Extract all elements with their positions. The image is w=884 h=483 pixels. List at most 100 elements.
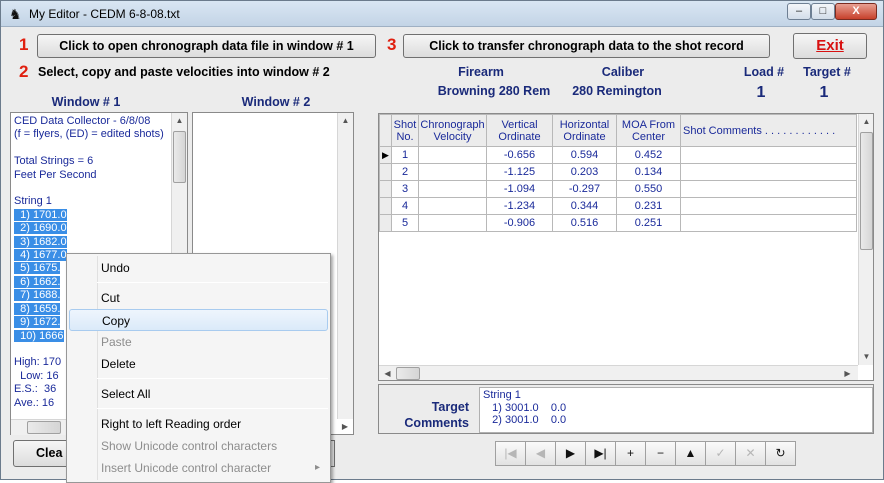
table-cell[interactable]: [418, 214, 487, 232]
selected-velocity-line: 1) 1701.0: [14, 208, 67, 221]
table-row[interactable]: ▶ 1 -0.656 0.594 0.452: [379, 146, 857, 164]
target-comments-panel: Target Comments String 1 1) 3001.0 0.0 2…: [378, 384, 874, 434]
refresh-icon[interactable]: ↻: [765, 441, 796, 466]
menu-item-select-all[interactable]: Select All: [69, 383, 328, 405]
shot-record-grid[interactable]: Shot No. Chronograph Velocity Vertical Ord…: [378, 113, 874, 381]
row-indicator[interactable]: [379, 214, 392, 232]
menu-item-copy[interactable]: Copy: [69, 309, 328, 331]
window-title: My Editor - CEDM 6-8-08.txt: [29, 7, 180, 21]
table-row[interactable]: 5 -0.906 0.516 0.251: [379, 214, 857, 232]
menu-item-show-unicode-control-characters[interactable]: Show Unicode control characters: [69, 435, 328, 457]
window-2-vscroll[interactable]: ▲: [337, 113, 353, 419]
step-1-number: 1: [19, 35, 29, 54]
scroll-thumb[interactable]: [173, 131, 186, 183]
table-cell[interactable]: [418, 180, 487, 198]
table-cell[interactable]: [680, 180, 857, 198]
column-header[interactable]: Vertical Ordinate: [486, 114, 553, 147]
delete-record-icon[interactable]: −: [645, 441, 676, 466]
scroll-right-icon[interactable]: ▶: [337, 419, 353, 434]
row-indicator[interactable]: [379, 180, 392, 198]
table-cell[interactable]: 4: [391, 197, 419, 215]
scroll-left-icon[interactable]: ◀: [380, 366, 395, 380]
table-cell[interactable]: -1.094: [486, 180, 553, 198]
grid-hscroll[interactable]: ◀ ▶: [379, 365, 858, 380]
load-label: Load #: [743, 65, 785, 79]
exit-button[interactable]: Exit: [793, 33, 867, 59]
target-comments-box[interactable]: String 1 1) 3001.0 0.0 2) 3001.0 0.0: [479, 387, 873, 433]
target-value: 1: [819, 84, 829, 101]
table-cell[interactable]: [680, 214, 857, 232]
table-cell[interactable]: 0.452: [616, 146, 681, 164]
post-edit-icon[interactable]: ✓: [705, 441, 736, 466]
table-cell[interactable]: -1.125: [486, 163, 553, 181]
menu-item-delete[interactable]: Delete: [69, 353, 328, 375]
menu-item-cut[interactable]: Cut: [69, 287, 328, 309]
hscroll-thumb[interactable]: [27, 421, 61, 434]
menu-item-insert-unicode-control-character[interactable]: Insert Unicode control character ▸: [69, 457, 328, 479]
title-bar[interactable]: ♞ My Editor - CEDM 6-8-08.txt – □ X: [1, 1, 883, 27]
table-cell[interactable]: 0.231: [616, 197, 681, 215]
edit-record-icon[interactable]: ▲: [675, 441, 706, 466]
scroll-down-icon[interactable]: ▼: [859, 349, 873, 364]
table-cell[interactable]: [418, 197, 487, 215]
window-1-line: CED Data Collector - 6/8/08: [14, 115, 151, 127]
table-cell[interactable]: 2: [391, 163, 419, 181]
first-record-icon[interactable]: |◀: [495, 441, 526, 466]
menu-item-undo[interactable]: Undo: [69, 257, 328, 279]
menu-item-paste[interactable]: Paste: [69, 331, 328, 353]
column-header[interactable]: Chronograph Velocity: [418, 114, 487, 147]
table-cell[interactable]: [680, 146, 857, 164]
table-cell[interactable]: 3: [391, 180, 419, 198]
table-row[interactable]: 3 -1.094 -0.297 0.550: [379, 180, 857, 198]
hscroll-thumb[interactable]: [396, 367, 420, 380]
table-cell[interactable]: -1.234: [486, 197, 553, 215]
scroll-up-icon[interactable]: ▲: [172, 113, 187, 128]
close-button[interactable]: X: [835, 3, 877, 20]
table-cell[interactable]: 0.134: [616, 163, 681, 181]
menu-item-right-to-left-reading-order[interactable]: Right to left Reading order: [69, 413, 328, 435]
open-file-button[interactable]: Click to open chronograph data file in w…: [37, 34, 376, 58]
table-row[interactable]: 4 -1.234 0.344 0.231: [379, 197, 857, 215]
column-header[interactable]: Horizontal Ordinate: [552, 114, 617, 147]
table-cell[interactable]: -0.656: [486, 146, 553, 164]
table-cell[interactable]: 0.594: [552, 146, 617, 164]
table-cell[interactable]: [680, 163, 857, 181]
clear-button[interactable]: Clea: [13, 440, 69, 467]
prior-record-icon[interactable]: ◀: [525, 441, 556, 466]
add-record-icon[interactable]: +: [615, 441, 646, 466]
column-header[interactable]: Shot Comments . . . . . . . . . . . .: [680, 114, 857, 147]
row-indicator[interactable]: ▶: [379, 146, 392, 164]
row-indicator[interactable]: [379, 197, 392, 215]
maximize-button[interactable]: □: [811, 3, 835, 20]
table-cell[interactable]: [680, 197, 857, 215]
table-cell[interactable]: 0.550: [616, 180, 681, 198]
table-cell[interactable]: -0.906: [486, 214, 553, 232]
table-cell[interactable]: [418, 146, 487, 164]
table-cell[interactable]: 1: [391, 146, 419, 164]
next-record-icon[interactable]: ▶: [555, 441, 586, 466]
menu-separator: [97, 378, 328, 379]
table-cell[interactable]: -0.297: [552, 180, 617, 198]
scroll-right-icon[interactable]: ▶: [840, 366, 855, 380]
table-cell[interactable]: 0.203: [552, 163, 617, 181]
table-cell[interactable]: 0.516: [552, 214, 617, 232]
scroll-thumb[interactable]: [860, 132, 873, 250]
table-cell[interactable]: 0.251: [616, 214, 681, 232]
row-indicator[interactable]: [379, 163, 392, 181]
column-header[interactable]: Shot No.: [391, 114, 419, 147]
table-cell[interactable]: 5: [391, 214, 419, 232]
table-cell[interactable]: [418, 163, 487, 181]
window-1-line: String 1: [14, 195, 52, 208]
table-row[interactable]: 2 -1.125 0.203 0.134: [379, 163, 857, 181]
cancel-edit-icon[interactable]: ✕: [735, 441, 766, 466]
transfer-data-button[interactable]: Click to transfer chronograph data to th…: [403, 34, 770, 58]
minimize-button[interactable]: –: [787, 3, 811, 20]
step-3-number: 3: [387, 35, 397, 54]
context-menu: Undo Cut Copy Paste Delete Select All Right to…: [66, 253, 331, 483]
scroll-up-icon[interactable]: ▲: [859, 114, 873, 129]
last-record-icon[interactable]: ▶|: [585, 441, 616, 466]
grid-vscroll[interactable]: ▲ ▼: [858, 114, 873, 365]
column-header[interactable]: MOA From Center: [616, 114, 681, 147]
scroll-up-icon[interactable]: ▲: [338, 113, 353, 128]
table-cell[interactable]: 0.344: [552, 197, 617, 215]
